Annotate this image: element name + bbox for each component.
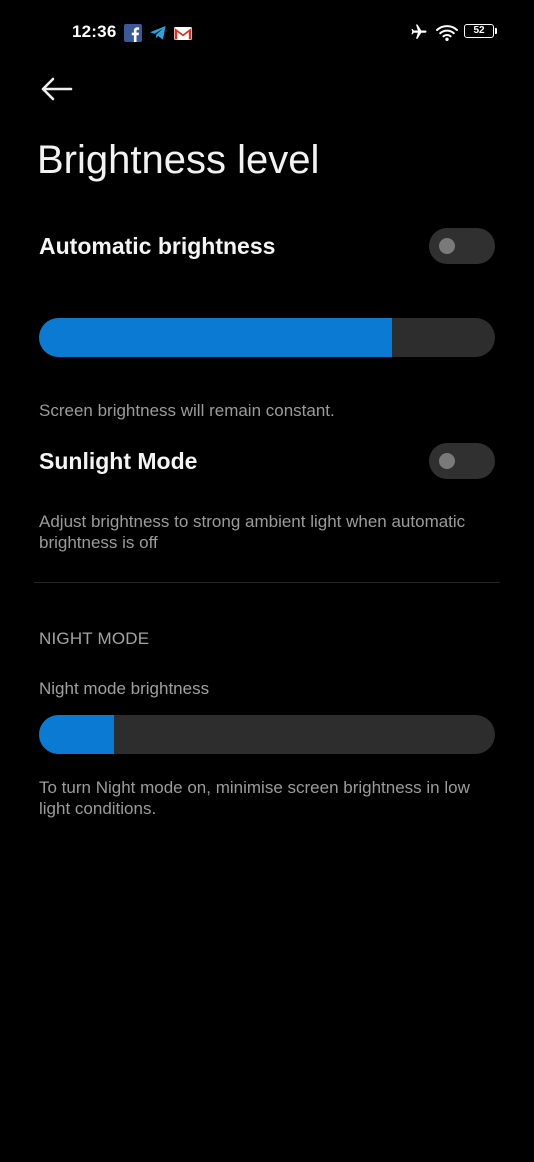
airplane-mode-icon (411, 24, 427, 39)
toggle-knob (439, 453, 455, 469)
night-mode-section-header: NIGHT MODE (39, 629, 150, 648)
toggle-knob (439, 238, 455, 254)
battery-level: 52 (473, 25, 485, 36)
automatic-brightness-toggle[interactable] (429, 228, 495, 264)
status-bar: 12:36 52 (0, 0, 534, 64)
night-mode-brightness-slider[interactable] (39, 715, 495, 754)
brightness-description: Screen brightness will remain constant. (39, 401, 335, 420)
page-title: Brightness level (37, 138, 320, 182)
night-mode-brightness-label: Night mode brightness (39, 679, 210, 698)
sunlight-mode-label: Sunlight Mode (39, 448, 198, 474)
status-time: 12:36 (72, 22, 117, 41)
night-mode-description: To turn Night mode on, minimise screen b… (39, 778, 470, 818)
battery-tip (495, 28, 497, 34)
night-mode-slider-fill (39, 715, 115, 754)
divider (34, 582, 500, 583)
gmail-icon (174, 27, 192, 40)
sunlight-mode-toggle[interactable] (429, 443, 495, 479)
brightness-slider-fill (39, 318, 393, 357)
brightness-slider[interactable] (39, 318, 495, 357)
telegram-icon (150, 26, 166, 40)
facebook-icon (124, 24, 142, 42)
wifi-icon (436, 25, 458, 41)
back-arrow-icon[interactable] (38, 72, 78, 106)
battery-icon: 52 (464, 24, 494, 38)
automatic-brightness-label: Automatic brightness (39, 233, 276, 259)
sunlight-mode-description: Adjust brightness to strong ambient ligh… (39, 512, 466, 552)
